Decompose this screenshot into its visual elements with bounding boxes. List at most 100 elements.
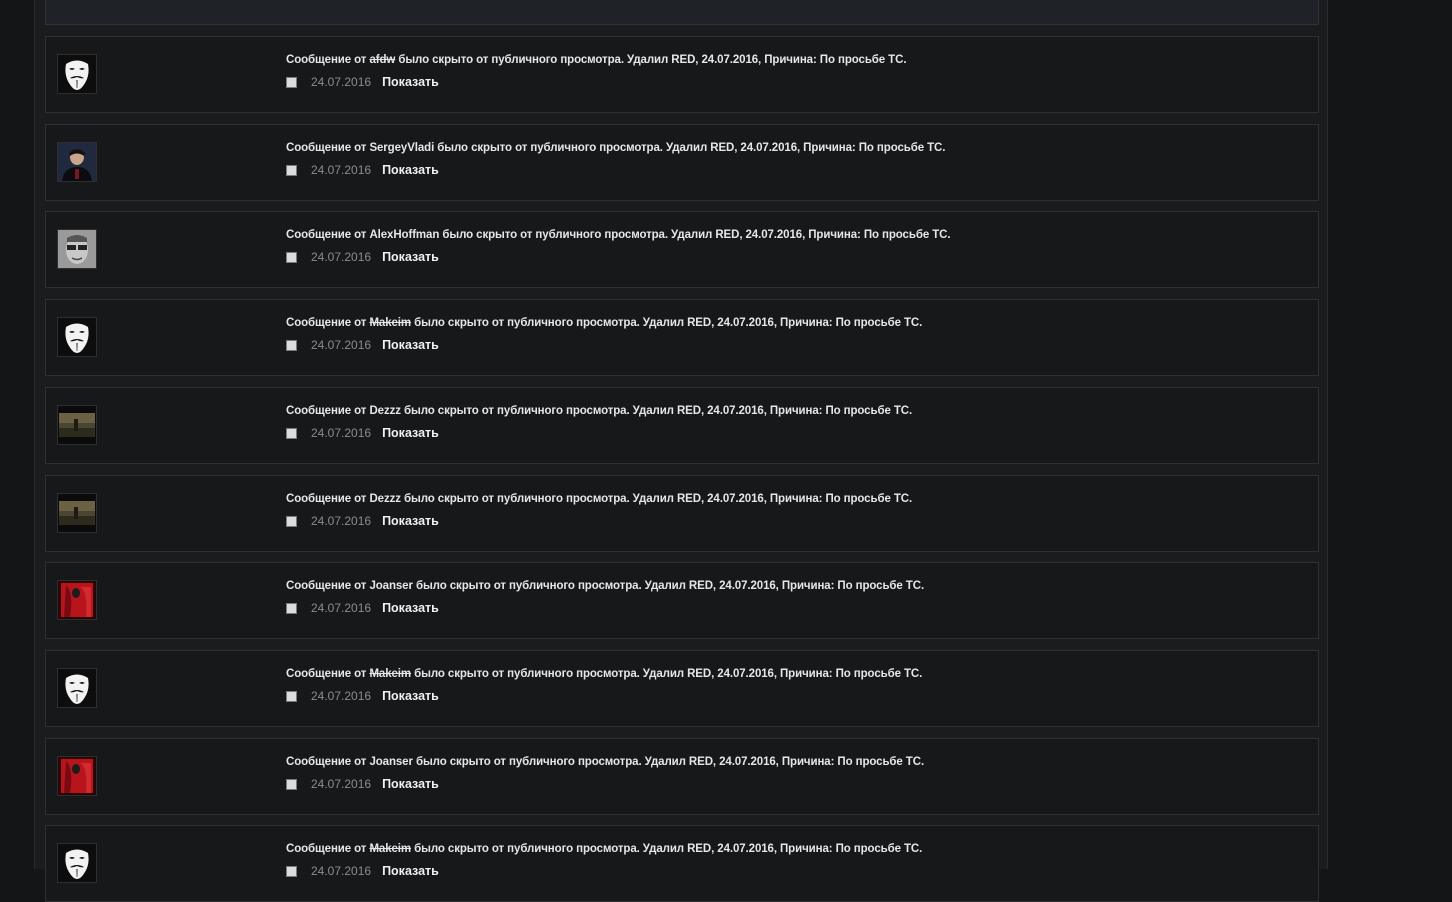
- deleted-post-notice: Сообщение от Makeim было скрыто от публи…: [286, 843, 922, 855]
- deleted-post-row: Сообщение от Makeim было скрыто от публи…: [45, 299, 1319, 376]
- deleted-post-notice: Сообщение от afdw было скрыто от публичн…: [286, 54, 907, 66]
- deleted-post-row: Сообщение от AlexHoffman было скрыто от …: [45, 211, 1319, 288]
- post-meta: 24.07.2016 Показать: [286, 777, 439, 791]
- post-date: 24.07.2016: [311, 75, 372, 89]
- post-date: 24.07.2016: [311, 426, 372, 440]
- guy-fawkes-mask-icon[interactable]: [57, 54, 97, 94]
- show-post-link[interactable]: Показать: [382, 75, 439, 89]
- previous-post-footer: [45, 0, 1319, 25]
- guy-fawkes-mask-icon[interactable]: [57, 843, 97, 883]
- deleted-post-row: Сообщение от SergeyVladi было скрыто от …: [45, 124, 1319, 201]
- post-meta: 24.07.2016 Показать: [286, 163, 439, 177]
- post-author-username[interactable]: Makeim: [369, 668, 411, 680]
- select-post-checkbox[interactable]: [286, 602, 297, 614]
- notice-prefix: Сообщение от: [286, 229, 370, 241]
- post-meta: 24.07.2016 Показать: [286, 864, 439, 878]
- select-post-checkbox[interactable]: [286, 76, 297, 88]
- deleted-post-notice: Сообщение от AlexHoffman было скрыто от …: [286, 229, 951, 241]
- select-post-checkbox[interactable]: [286, 778, 297, 790]
- post-date: 24.07.2016: [311, 514, 372, 528]
- deleted-post-notice: Сообщение от Joanser было скрыто от публ…: [286, 580, 924, 592]
- notice-prefix: Сообщение от: [286, 668, 370, 680]
- content-column: Сообщение от afdw было скрыто от публичн…: [34, 0, 1328, 902]
- show-post-link[interactable]: Показать: [382, 689, 439, 703]
- post-meta: 24.07.2016 Показать: [286, 338, 439, 352]
- user-avatar[interactable]: [57, 493, 97, 533]
- deleted-post-row: Сообщение от Dezzz было скрыто от публич…: [45, 475, 1319, 552]
- guy-fawkes-mask-icon[interactable]: [57, 668, 97, 708]
- post-author-username[interactable]: Dezzz: [369, 405, 401, 417]
- notice-prefix: Сообщение от: [286, 405, 370, 417]
- deleted-post-notice: Сообщение от Dezzz было скрыто от публич…: [286, 493, 912, 505]
- notice-prefix: Сообщение от: [286, 843, 370, 855]
- select-post-checkbox[interactable]: [286, 427, 297, 439]
- post-date: 24.07.2016: [311, 163, 372, 177]
- user-avatar[interactable]: [57, 142, 97, 182]
- user-avatar[interactable]: [57, 756, 97, 796]
- post-author-username[interactable]: Makeim: [369, 317, 411, 329]
- deleted-post-notice: Сообщение от Makeim было скрыто от публи…: [286, 668, 922, 680]
- post-meta: 24.07.2016 Показать: [286, 689, 439, 703]
- post-date: 24.07.2016: [311, 338, 372, 352]
- notice-details: было скрыто от публичного просмотра. Уда…: [439, 229, 951, 241]
- notice-prefix: Сообщение от: [286, 54, 370, 66]
- notice-prefix: Сообщение от: [286, 142, 370, 154]
- post-author-username[interactable]: AlexHoffman: [369, 229, 439, 241]
- deleted-post-row: Сообщение от Makeim было скрыто от публи…: [45, 650, 1319, 727]
- post-meta: 24.07.2016 Показать: [286, 601, 439, 615]
- show-post-link[interactable]: Показать: [382, 250, 439, 264]
- deleted-post-row: Сообщение от Makeim было скрыто от публи…: [45, 825, 1319, 902]
- deleted-post-notice: Сообщение от Dezzz было скрыто от публич…: [286, 405, 912, 417]
- notice-details: было скрыто от публичного просмотра. Уда…: [400, 493, 913, 505]
- deleted-post-notice: Сообщение от Makeim было скрыто от публи…: [286, 317, 922, 329]
- select-post-checkbox[interactable]: [286, 339, 297, 351]
- post-date: 24.07.2016: [311, 689, 372, 703]
- notice-details: было скрыто от публичного просмотра. Уда…: [412, 580, 925, 592]
- post-meta: 24.07.2016 Показать: [286, 250, 439, 264]
- post-author-username[interactable]: Makeim: [369, 843, 411, 855]
- user-avatar[interactable]: [57, 580, 97, 620]
- show-post-link[interactable]: Показать: [382, 601, 439, 615]
- notice-details: было скрыто от публичного просмотра. Уда…: [412, 756, 925, 768]
- deleted-post-row: Сообщение от Joanser было скрыто от публ…: [45, 738, 1319, 815]
- show-post-link[interactable]: Показать: [382, 514, 439, 528]
- post-author-username[interactable]: SergeyVladi: [369, 142, 434, 154]
- notice-prefix: Сообщение от: [286, 493, 370, 505]
- show-post-link[interactable]: Показать: [382, 864, 439, 878]
- show-post-link[interactable]: Показать: [382, 426, 439, 440]
- post-meta: 24.07.2016 Показать: [286, 426, 439, 440]
- notice-details: было скрыто от публичного просмотра. Уда…: [395, 54, 907, 66]
- post-date: 24.07.2016: [311, 601, 372, 615]
- notice-details: было скрыто от публичного просмотра. Уда…: [411, 843, 923, 855]
- post-meta: 24.07.2016 Показать: [286, 75, 439, 89]
- notice-prefix: Сообщение от: [286, 317, 370, 329]
- notice-details: было скрыто от публичного просмотра. Уда…: [411, 668, 923, 680]
- deleted-post-notice: Сообщение от SergeyVladi было скрыто от …: [286, 142, 945, 154]
- notice-details: было скрыто от публичного просмотра. Уда…: [434, 142, 946, 154]
- post-date: 24.07.2016: [311, 777, 372, 791]
- select-post-checkbox[interactable]: [286, 865, 297, 877]
- notice-details: было скрыто от публичного просмотра. Уда…: [400, 405, 913, 417]
- show-post-link[interactable]: Показать: [382, 338, 439, 352]
- guy-fawkes-mask-icon[interactable]: [57, 317, 97, 357]
- notice-prefix: Сообщение от: [286, 756, 370, 768]
- post-meta: 24.07.2016 Показать: [286, 514, 439, 528]
- post-author-username[interactable]: afdw: [369, 54, 395, 66]
- user-avatar[interactable]: [57, 229, 97, 269]
- select-post-checkbox[interactable]: [286, 164, 297, 176]
- post-author-username[interactable]: Joanser: [369, 756, 413, 768]
- user-avatar[interactable]: [57, 405, 97, 445]
- deleted-post-row: Сообщение от Joanser было скрыто от публ…: [45, 562, 1319, 639]
- show-post-link[interactable]: Показать: [382, 163, 439, 177]
- notice-details: было скрыто от публичного просмотра. Уда…: [411, 317, 923, 329]
- notice-prefix: Сообщение от: [286, 580, 370, 592]
- post-author-username[interactable]: Dezzz: [369, 493, 401, 505]
- post-author-username[interactable]: Joanser: [369, 580, 413, 592]
- select-post-checkbox[interactable]: [286, 690, 297, 702]
- deleted-post-row: Сообщение от Dezzz было скрыто от публич…: [45, 387, 1319, 464]
- deleted-post-row: Сообщение от afdw было скрыто от публичн…: [45, 36, 1319, 113]
- deleted-post-notice: Сообщение от Joanser было скрыто от публ…: [286, 756, 924, 768]
- select-post-checkbox[interactable]: [286, 251, 297, 263]
- select-post-checkbox[interactable]: [286, 515, 297, 527]
- show-post-link[interactable]: Показать: [382, 777, 439, 791]
